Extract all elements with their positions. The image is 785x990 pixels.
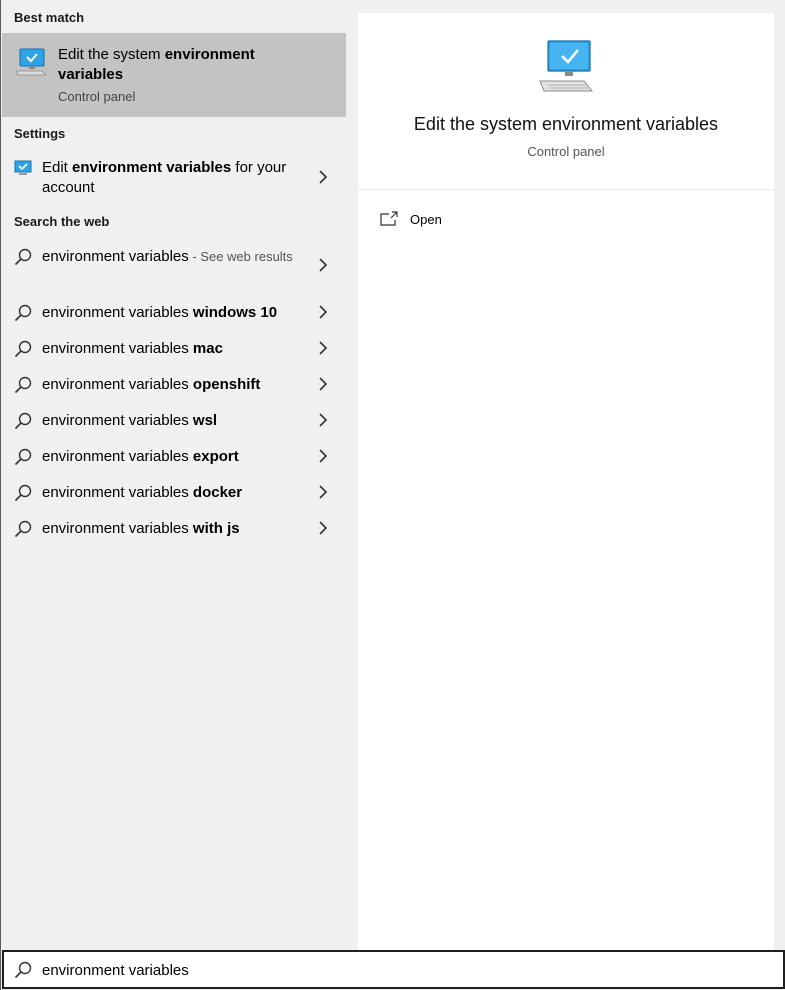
details-title: Edit the system environment variables (413, 114, 719, 134)
chevron-right-icon[interactable] (318, 521, 328, 535)
start-search-window: Best match Edit the system environment v… (0, 0, 785, 990)
open-label: Open (410, 212, 442, 227)
chevron-right-icon[interactable] (318, 305, 328, 319)
monitor-check-icon (14, 160, 32, 175)
search-icon (14, 484, 32, 502)
chevron-right-icon[interactable] (318, 258, 328, 272)
search-icon (14, 248, 32, 266)
chevron-right-icon[interactable] (318, 485, 328, 499)
computer-check-icon (15, 48, 47, 76)
web-result-label: environment variables wsl (42, 412, 218, 429)
web-result-label: environment variables - See web results (42, 248, 293, 265)
web-result-item[interactable]: environment variables with js (2, 516, 346, 544)
search-icon (14, 304, 32, 322)
web-result-item[interactable]: environment variables openshift (2, 372, 346, 400)
web-result-item[interactable]: environment variables wsl (2, 408, 346, 436)
web-result-item[interactable]: environment variables export (2, 444, 346, 472)
web-result-label: environment variables mac (42, 340, 223, 357)
settings-item-edit-env-vars[interactable]: Edit environment variables for your acco… (2, 154, 346, 200)
open-action[interactable]: Open (380, 209, 500, 231)
web-result-label: environment variables docker (42, 484, 243, 501)
web-result-item[interactable]: environment variables mac (2, 336, 346, 364)
chevron-right-icon[interactable] (318, 449, 328, 463)
chevron-right-icon[interactable] (318, 377, 328, 391)
search-box[interactable] (2, 950, 785, 989)
chevron-right-icon[interactable] (318, 170, 328, 184)
web-result-item[interactable]: environment variables windows 10 (2, 300, 346, 328)
web-result-item[interactable]: environment variables - See web results (2, 244, 346, 294)
web-result-label: environment variables with js (42, 520, 240, 537)
best-match-item[interactable]: Edit the system environment variables Co… (2, 33, 346, 117)
search-icon (14, 376, 32, 394)
search-icon (14, 448, 32, 466)
details-subtitle: Control panel (527, 144, 605, 159)
results-pane: Best match Edit the system environment v… (2, 0, 346, 950)
chevron-right-icon[interactable] (318, 341, 328, 355)
section-header-best-match: Best match (14, 10, 85, 25)
web-result-label: environment variables openshift (42, 376, 261, 393)
best-match-subtitle: Control panel (58, 89, 136, 104)
web-result-item[interactable]: environment variables docker (2, 480, 346, 508)
details-pane: Edit the system environment variables Co… (358, 13, 774, 950)
web-result-label: environment variables export (42, 448, 239, 465)
section-header-settings: Settings (14, 126, 66, 141)
search-icon (14, 340, 32, 358)
computer-check-icon (539, 40, 594, 92)
best-match-title: Edit the system environment variables (58, 46, 255, 83)
section-header-search-web: Search the web (14, 214, 110, 229)
chevron-right-icon[interactable] (318, 413, 328, 427)
open-icon (380, 211, 398, 226)
details-divider (358, 189, 774, 190)
web-result-label: environment variables windows 10 (42, 304, 278, 321)
search-icon (14, 961, 32, 979)
search-icon (14, 412, 32, 430)
search-input[interactable] (42, 959, 742, 981)
search-icon (14, 520, 32, 538)
settings-item-label: Edit environment variables for your acco… (42, 159, 287, 196)
